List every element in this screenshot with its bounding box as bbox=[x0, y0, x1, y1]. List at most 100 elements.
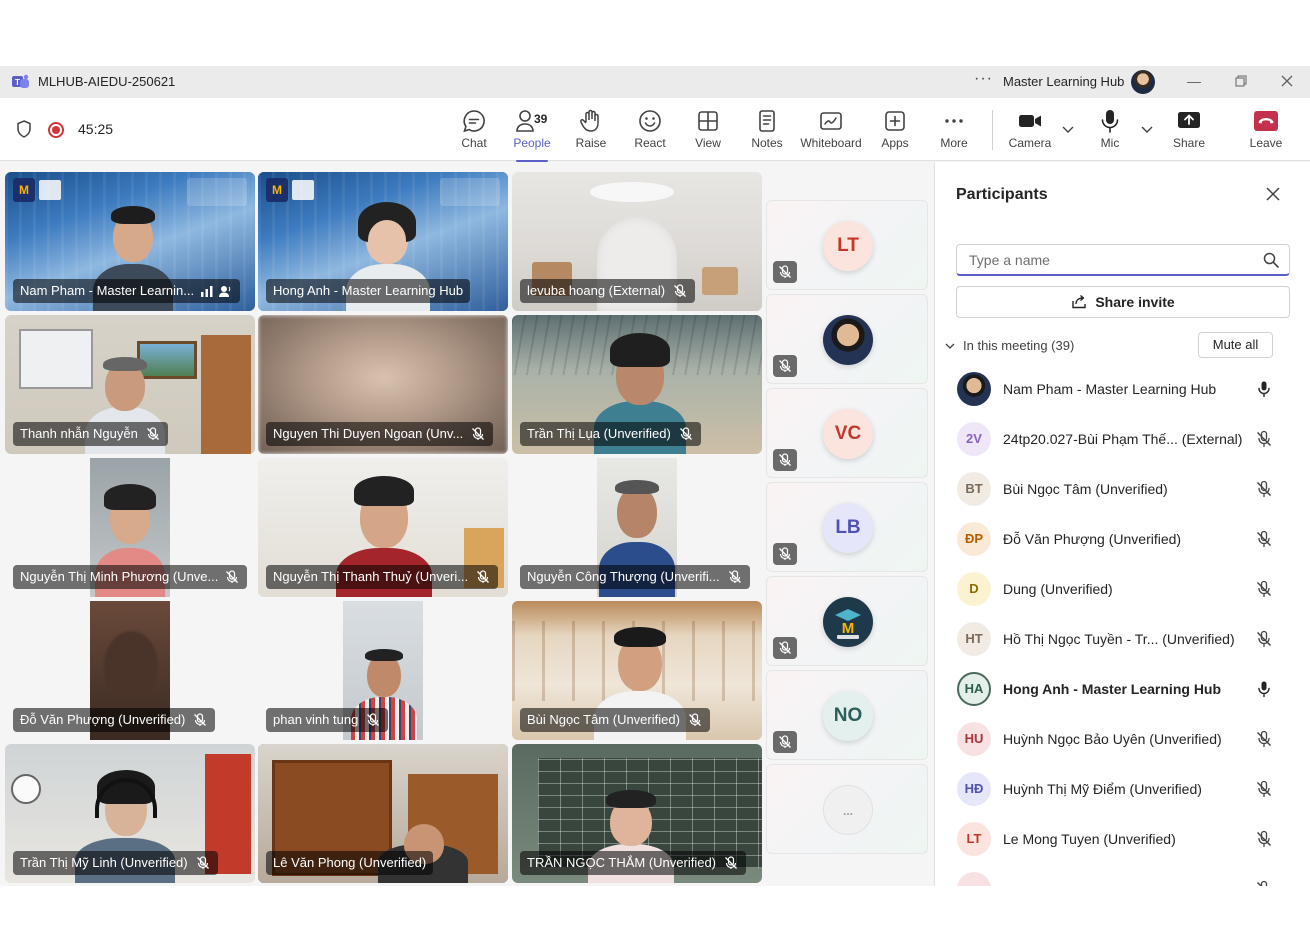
avatar-initials: LB bbox=[823, 503, 873, 553]
more-icon bbox=[945, 119, 963, 123]
video-tile[interactable]: Nguyen Thi Duyen Ngoan (Unv... bbox=[258, 315, 508, 454]
participant-row[interactable]: HĐ Huỳnh Thị Mỹ Điểm (Unverified) bbox=[935, 765, 1310, 815]
share-invite-button[interactable]: Share invite bbox=[956, 286, 1290, 318]
svg-text:M: M bbox=[19, 183, 29, 197]
shield-icon[interactable] bbox=[16, 120, 32, 138]
mic-muted-icon[interactable] bbox=[1255, 480, 1273, 498]
mic-icon[interactable] bbox=[1255, 680, 1273, 698]
mic-muted-icon[interactable] bbox=[1255, 830, 1273, 848]
tile-name-label: Nguyễn Thị Thanh Thuỷ (Unveri... bbox=[266, 565, 499, 589]
video-tile[interactable]: Lê Văn Phong (Unverified) bbox=[258, 744, 508, 883]
rail-tile[interactable]: M bbox=[766, 576, 928, 666]
search-icon[interactable] bbox=[1263, 252, 1279, 268]
camera-button[interactable]: Camera bbox=[1002, 108, 1058, 156]
mic-muted-icon[interactable] bbox=[1255, 430, 1273, 448]
participant-row[interactable] bbox=[935, 865, 1310, 886]
mic-icon[interactable] bbox=[1255, 380, 1273, 398]
minimize-icon[interactable]: — bbox=[1183, 70, 1205, 92]
view-button[interactable]: View bbox=[680, 108, 736, 156]
mic-button[interactable]: Mic bbox=[1082, 108, 1138, 156]
video-tile[interactable]: Thanh nhẫn Nguyễn bbox=[5, 315, 255, 454]
rail-tile[interactable]: VC bbox=[766, 388, 928, 478]
teams-window: T MLHUB-AIEDU-250621 ··· Master Learning… bbox=[0, 66, 1310, 886]
raise-hand-button[interactable]: Raise bbox=[563, 108, 619, 156]
camera-icon bbox=[1019, 115, 1041, 127]
mic-muted-icon[interactable] bbox=[1255, 880, 1273, 886]
participant-row[interactable]: 2V 24tp20.027-Bùi Phạm Thế... (External) bbox=[935, 415, 1310, 465]
video-tile[interactable]: Trần Thị Mỹ Linh (Unverified) bbox=[5, 744, 255, 883]
mic-muted-icon bbox=[725, 856, 737, 869]
video-tile[interactable]: levuba hoang (External) bbox=[512, 172, 762, 311]
people-button[interactable]: 39 People bbox=[504, 108, 560, 162]
rail-tile[interactable]: LB bbox=[766, 482, 928, 572]
mute-all-button[interactable]: Mute all bbox=[1198, 332, 1273, 358]
in-meeting-section-toggle[interactable]: In this meeting (39) bbox=[945, 338, 1074, 353]
notes-button[interactable]: Notes bbox=[739, 108, 795, 156]
video-tile[interactable]: Đỗ Văn Phượng (Unverified) bbox=[5, 601, 255, 740]
participant-row[interactable]: HT Hồ Thị Ngọc Tuyền - Tr... (Unverified… bbox=[935, 615, 1310, 665]
title-more-icon[interactable]: ··· bbox=[974, 70, 993, 88]
mic-muted-icon[interactable] bbox=[1255, 630, 1273, 648]
participant-row[interactable]: HA Hong Anh - Master Learning Hub bbox=[935, 665, 1310, 715]
rail-tile[interactable] bbox=[766, 294, 928, 384]
brand-logo: M bbox=[13, 178, 69, 202]
video-tile[interactable]: Trần Thị Lụa (Unverified) bbox=[512, 315, 762, 454]
avatar: D bbox=[957, 572, 991, 606]
account-avatar[interactable] bbox=[1131, 70, 1155, 94]
restore-icon[interactable] bbox=[1230, 70, 1252, 92]
tile-name-label: phan vinh tung bbox=[266, 708, 389, 732]
video-tile[interactable]: TRẦN NGỌC THẮM (Unverified) bbox=[512, 744, 762, 883]
rail-tile[interactable]: NO bbox=[766, 670, 928, 760]
whiteboard-button[interactable]: Whiteboard bbox=[797, 108, 865, 156]
close-window-icon[interactable] bbox=[1276, 70, 1298, 92]
tile-name-label: Hong Anh - Master Learning Hub bbox=[266, 279, 471, 303]
chat-button[interactable]: Chat bbox=[446, 108, 502, 156]
mic-muted-icon bbox=[146, 427, 159, 440]
participant-name: Dung (Unverified) bbox=[1003, 581, 1113, 597]
mic-muted-icon[interactable] bbox=[1255, 780, 1273, 798]
search-input[interactable] bbox=[969, 251, 1249, 269]
participant-row[interactable]: LT Le Mong Tuyen (Unverified) bbox=[935, 815, 1310, 865]
participant-row[interactable]: ĐP Đỗ Văn Phượng (Unverified) bbox=[935, 515, 1310, 565]
org-name[interactable]: Master Learning Hub bbox=[1003, 74, 1124, 89]
rail-more-tile[interactable]: ... bbox=[766, 764, 928, 854]
participant-row[interactable]: Nam Pham - Master Learning Hub bbox=[935, 365, 1310, 415]
react-button[interactable]: React bbox=[622, 108, 678, 156]
mic-muted-icon[interactable] bbox=[1255, 730, 1273, 748]
participant-row[interactable]: D Dung (Unverified) bbox=[935, 565, 1310, 615]
video-tile[interactable]: M Hong Anh - Master Learning Hub bbox=[258, 172, 508, 311]
hand-icon bbox=[580, 109, 599, 132]
svg-text:T: T bbox=[15, 78, 20, 87]
share-button[interactable]: Share bbox=[1161, 108, 1217, 156]
info-badge bbox=[440, 178, 500, 206]
participant-search[interactable] bbox=[956, 244, 1290, 276]
video-tile[interactable]: Nguyễn Thị Minh Phương (Unve... bbox=[5, 458, 255, 597]
hangup-icon bbox=[1254, 111, 1278, 131]
mic-options-chevron-icon[interactable] bbox=[1140, 122, 1154, 136]
video-tile[interactable]: phan vinh tung bbox=[258, 601, 508, 740]
video-tile[interactable]: M Nam Pham - Master Learnin... bbox=[5, 172, 255, 311]
mic-muted-icon[interactable] bbox=[1255, 530, 1273, 548]
info-badge bbox=[187, 178, 247, 206]
mic-muted-icon[interactable] bbox=[1255, 580, 1273, 598]
tile-name-label: Thanh nhẫn Nguyễn bbox=[13, 422, 168, 446]
participant-row[interactable]: BT Bùi Ngọc Tâm (Unverified) bbox=[935, 465, 1310, 515]
mic-muted-badge bbox=[773, 731, 797, 753]
video-tile[interactable]: Nguyễn Công Thượng (Unverifi... bbox=[512, 458, 762, 597]
avatar: HT bbox=[957, 622, 991, 656]
mic-muted-icon bbox=[779, 547, 791, 560]
mic-muted-icon bbox=[477, 570, 490, 583]
rail-tile[interactable]: LT bbox=[766, 200, 928, 290]
video-tile[interactable]: Nguyễn Thị Thanh Thuỷ (Unveri... bbox=[258, 458, 508, 597]
apps-button[interactable]: Apps bbox=[867, 108, 923, 156]
avatar-photo bbox=[823, 315, 873, 365]
signal-icon bbox=[201, 286, 213, 297]
participant-name: Bùi Ngọc Tâm (Unverified) bbox=[1003, 481, 1168, 497]
leave-button[interactable]: Leave bbox=[1238, 108, 1294, 156]
master-logo-avatar: M bbox=[823, 597, 873, 647]
more-button[interactable]: More bbox=[926, 108, 982, 156]
camera-options-chevron-icon[interactable] bbox=[1061, 122, 1075, 136]
video-tile[interactable]: Bùi Ngọc Tâm (Unverified) bbox=[512, 601, 762, 740]
participant-row[interactable]: HU Huỳnh Ngọc Bảo Uyên (Unverified) bbox=[935, 715, 1310, 765]
close-panel-icon[interactable] bbox=[1263, 184, 1283, 204]
